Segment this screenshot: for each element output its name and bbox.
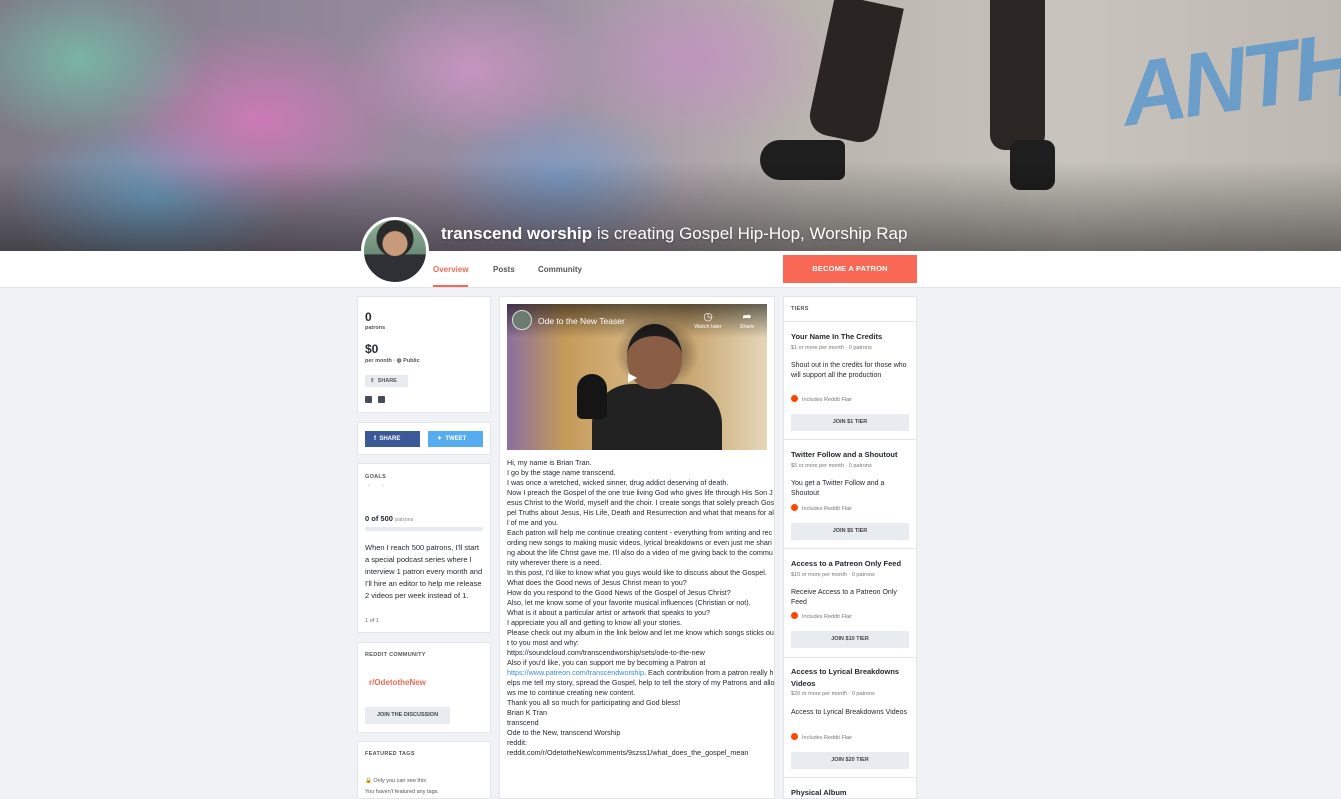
facebook-share-button[interactable]: f SHARE (365, 431, 420, 447)
tier-perk: Includes Reddit Flair (791, 612, 852, 620)
tweet-button[interactable]: ✦ TWEET (428, 431, 483, 447)
tier-perk: Includes Reddit Flair (791, 504, 852, 512)
subreddit-link[interactable]: r/OdetotheNew (369, 678, 426, 687)
goal-progress-bar (365, 527, 483, 531)
tier-price: $10 or more per month · 0 patrons (791, 572, 875, 578)
tier-description: Receive Access to a Patreon Only Feed (791, 589, 897, 606)
tier-description: Access to Lyrical Breakdowns Videos (791, 709, 907, 716)
tier-perk: Includes Reddit Flair (791, 733, 852, 741)
tier-price: $1 or more per month · 0 patrons (791, 345, 872, 351)
earnings-label: per month · ◍ Public (365, 358, 420, 364)
goal-pager-arrows[interactable]: ‹ › (368, 483, 402, 491)
twitter-icon: ✦ (437, 436, 443, 442)
tab-community[interactable]: Community (538, 265, 582, 274)
active-tab-indicator (433, 285, 468, 287)
watch-later-button[interactable]: ◷ Watch later (693, 310, 723, 330)
video-player[interactable]: Ode to the New Teaser ◷ Watch later ➦ Shar… (507, 304, 767, 450)
reddit-icon (791, 612, 798, 619)
channel-avatar[interactable] (512, 310, 532, 330)
join-tier-button[interactable]: JOIN $20 TIER (791, 752, 909, 769)
visibility-label: Public (403, 358, 420, 364)
tier-name: Twitter Follow and a Shoutout (791, 450, 898, 459)
patreon-link[interactable]: https://www.patreon.com/transcendworship (507, 668, 644, 677)
only-you-note: 🔒 Only you can see this (365, 778, 426, 784)
earnings-amount: $0 (365, 342, 379, 356)
goals-title: GOALS (365, 474, 387, 480)
reddit-title: REDDIT COMMUNITY (365, 652, 426, 658)
page-headline: transcend worship is creating Gospel Hip… (441, 224, 907, 244)
become-patron-button[interactable]: BECOME A PATRON (783, 255, 917, 283)
join-tier-button[interactable]: JOIN $1 TIER (791, 414, 909, 431)
creator-name: transcend worship (441, 224, 593, 243)
post-body: Hi, my name is Brian Tran. I go by the s… (507, 458, 775, 757)
tier-name: Your Name In The Credits (791, 332, 883, 341)
tier-description: You get a Twitter Follow and a Shoutout (791, 480, 885, 497)
facebook-icon: f (374, 436, 376, 442)
share-arrow-icon: ➦ (742, 311, 752, 323)
no-tags-note: You haven't featured any tags. (365, 789, 439, 795)
join-tier-button[interactable]: JOIN $5 TIER (791, 523, 909, 540)
video-title[interactable]: Ode to the New Teaser (538, 316, 625, 326)
goal-pager: 1 of 1 (365, 618, 379, 624)
patron-count-label: patrons (365, 325, 386, 331)
tier-description: Shout out in the credits for those who w… (791, 362, 907, 379)
goal-description: When I reach 500 patrons, I'll start a s… (365, 543, 483, 600)
nav-bar (0, 251, 1341, 288)
reddit-icon (791, 504, 798, 511)
upload-icon: ⇧ (370, 378, 375, 384)
tier-price: $20 or more per month · 0 patrons (791, 691, 875, 697)
tab-overview[interactable]: Overview (433, 265, 469, 274)
tier-perk: Includes Reddit Flair (791, 395, 852, 403)
clock-icon: ◷ (703, 311, 713, 323)
patron-count: 0 (365, 310, 372, 324)
tier-name: Access to Lyrical Breakdowns Videos (791, 667, 900, 688)
reddit-icon (791, 733, 798, 740)
featured-tags-title: FEATURED TAGS (365, 751, 415, 757)
globe-icon: ◍ (396, 358, 402, 364)
tier-name: Physical Album (791, 788, 847, 797)
avatar[interactable] (361, 217, 429, 285)
reddit-icon (791, 395, 798, 402)
video-share-button[interactable]: ➦ Share (735, 310, 759, 330)
play-icon[interactable]: ▶ (628, 370, 637, 384)
youtube-icon[interactable] (378, 396, 385, 403)
goal-progress: 0 of 500 patrons (365, 514, 414, 523)
tab-posts[interactable]: Posts (493, 265, 515, 274)
tier-name: Access to a Patreon Only Feed (791, 559, 902, 568)
lock-icon: 🔒 (365, 778, 372, 784)
tiers-title: TIERS (791, 306, 809, 312)
twitter-icon[interactable] (365, 396, 372, 403)
share-link-button[interactable]: ⇧ SHARE (365, 375, 408, 387)
tier-price: $5 or more per month · 0 patrons (791, 463, 872, 469)
join-discussion-button[interactable]: JOIN THE DISCUSSION (365, 707, 450, 724)
join-tier-button[interactable]: JOIN $10 TIER (791, 631, 909, 648)
reddit-post-link[interactable]: reddit.com/r/OdetotheNew/comments/9szss1… (507, 748, 748, 757)
creating-text: is creating Gospel Hip-Hop, Worship Rap (596, 224, 908, 243)
cover-image: ANTHNG (0, 0, 1341, 251)
